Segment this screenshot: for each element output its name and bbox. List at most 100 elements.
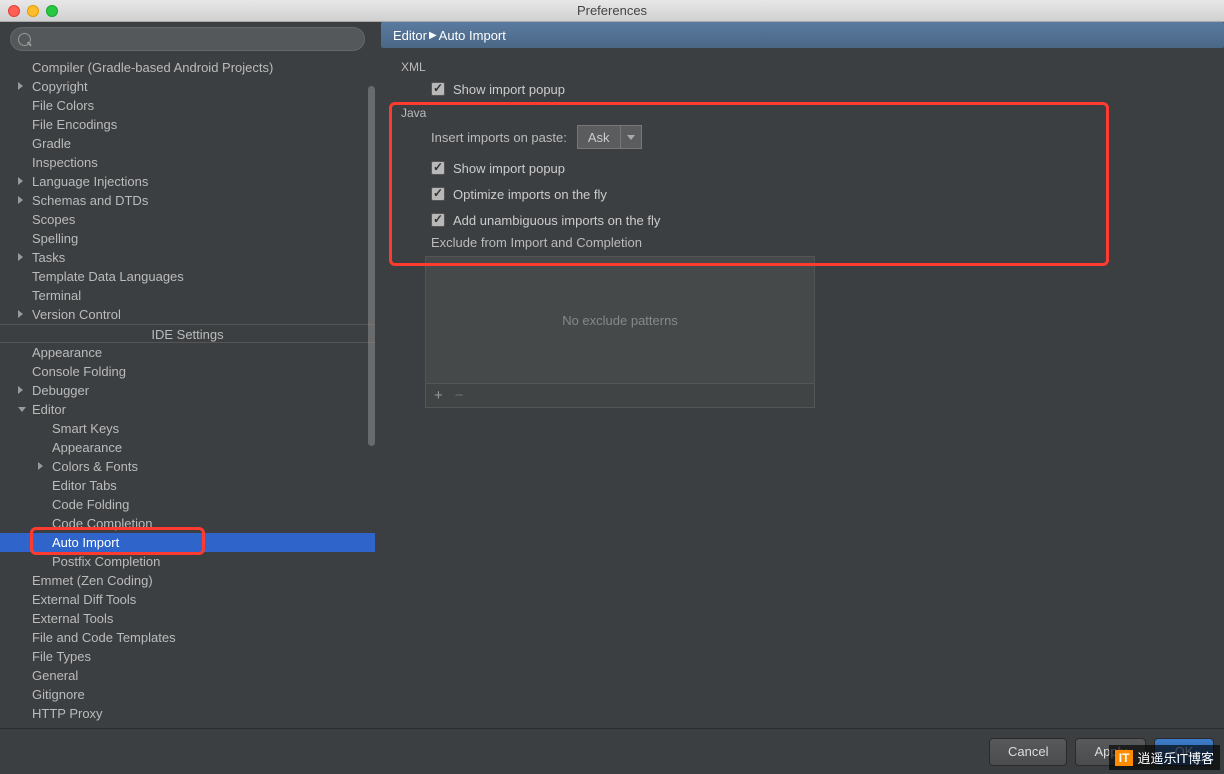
checkbox-checked-icon[interactable] [431,187,445,201]
insert-on-paste-row: Insert imports on paste: Ask [431,125,1210,149]
sidebar-item-label: File Colors [32,98,94,113]
ide-settings-heading: IDE Settings [0,324,375,343]
sidebar-item-label: External Diff Tools [32,592,136,607]
sidebar-item[interactable]: Gitignore [0,685,375,704]
sidebar-item[interactable]: Copyright [0,77,375,96]
sidebar-item-label: HTTP Proxy [32,706,103,721]
add-button[interactable]: + [434,387,443,404]
sidebar-item[interactable]: General [0,666,375,685]
sidebar-item[interactable]: Code Folding [0,495,375,514]
java-unambiguous-row[interactable]: Add unambiguous imports on the fly [431,209,1210,231]
sidebar-item-label: Emmet (Zen Coding) [32,573,153,588]
sidebar-item[interactable]: File Types [0,647,375,666]
settings-sidebar: Compiler (Gradle-based Android Projects)… [0,22,375,728]
xml-show-popup-row[interactable]: Show import popup [431,78,1210,100]
sidebar-item[interactable]: Scopes [0,210,375,229]
sidebar-item[interactable]: Compiler (Gradle-based Android Projects) [0,58,375,77]
sidebar-item[interactable]: File Encodings [0,115,375,134]
sidebar-item-label: Editor Tabs [52,478,117,493]
cancel-button[interactable]: Cancel [989,738,1067,766]
sidebar-item-label: Terminal [32,288,81,303]
minimize-window-button[interactable] [27,5,39,17]
sidebar-item-label: File Encodings [32,117,117,132]
sidebar-item[interactable]: Debugger [0,381,375,400]
java-optimize-row[interactable]: Optimize imports on the fly [431,183,1210,205]
chevron-down-icon [621,135,641,140]
sidebar-item[interactable]: Spelling [0,229,375,248]
sidebar-item[interactable]: Colors & Fonts [0,457,375,476]
sidebar-item-label: Appearance [32,345,102,360]
checkbox-checked-icon[interactable] [431,82,445,96]
sidebar-item[interactable]: Editor Tabs [0,476,375,495]
sidebar-item[interactable]: Editor [0,400,375,419]
sidebar-item[interactable]: Inspections [0,153,375,172]
sidebar-item-label: External Tools [32,611,113,626]
checkbox-checked-icon[interactable] [431,161,445,175]
chevron-right-icon [38,462,43,470]
settings-main: Editor ▶ Auto Import XML Show import pop… [381,22,1224,728]
sidebar-item-label: Template Data Languages [32,269,184,284]
java-unambiguous-label: Add unambiguous imports on the fly [453,213,660,228]
sidebar-item-label: Gitignore [32,687,85,702]
sidebar-item-label: Editor [32,402,66,417]
sidebar-item-label: Colors & Fonts [52,459,138,474]
sidebar-item[interactable]: Terminal [0,286,375,305]
sidebar-item-label: Tasks [32,250,65,265]
java-group-label: Java [401,106,1210,120]
chevron-right-icon: ▶ [429,30,437,41]
remove-button[interactable]: − [455,387,464,404]
sidebar-item-label: Smart Keys [52,421,119,436]
insert-on-paste-value: Ask [578,126,621,148]
chevron-right-icon [18,82,23,90]
settings-tree[interactable]: Compiler (Gradle-based Android Projects)… [0,56,375,728]
sidebar-item-label: Spelling [32,231,78,246]
search-input[interactable] [10,27,365,51]
zoom-window-button[interactable] [46,5,58,17]
sidebar-item-label: Copyright [32,79,88,94]
sidebar-item[interactable]: Version Control [0,305,375,324]
sidebar-item[interactable]: Gradle [0,134,375,153]
sidebar-item[interactable]: Console Folding [0,362,375,381]
sidebar-item[interactable]: External Tools [0,609,375,628]
sidebar-item[interactable]: Schemas and DTDs [0,191,375,210]
sidebar-item-label: Schemas and DTDs [32,193,148,208]
sidebar-item-label: Version Control [32,307,121,322]
close-window-button[interactable] [8,5,20,17]
exclude-toolbar: + − [425,384,815,408]
sidebar-item[interactable]: File Colors [0,96,375,115]
dialog-footer: Cancel Apply OK [0,728,1224,774]
exclude-list[interactable]: No exclude patterns [425,256,815,384]
breadcrumb-leaf: Auto Import [439,28,506,43]
sidebar-item[interactable]: HTTP Proxy [0,704,375,723]
search-wrap [0,22,375,56]
watermark: IT 逍遥乐IT博客 [1109,745,1220,770]
sidebar-item[interactable]: Emmet (Zen Coding) [0,571,375,590]
sidebar-item[interactable]: Tasks [0,248,375,267]
insert-on-paste-select[interactable]: Ask [577,125,642,149]
window-controls [8,5,58,17]
sidebar-item[interactable]: External Diff Tools [0,590,375,609]
sidebar-item[interactable]: Postfix Completion [0,552,375,571]
sidebar-item[interactable]: Auto Import [0,533,375,552]
sidebar-item[interactable]: Smart Keys [0,419,375,438]
sidebar-item[interactable]: Appearance [0,343,375,362]
exclude-placeholder: No exclude patterns [562,313,678,328]
breadcrumb-root: Editor [393,28,427,43]
java-show-popup-row[interactable]: Show import popup [431,157,1210,179]
sidebar-item[interactable]: File and Code Templates [0,628,375,647]
sidebar-item-label: Console Folding [32,364,126,379]
sidebar-item-label: Code Folding [52,497,129,512]
watermark-text: 逍遥乐IT博客 [1137,748,1214,767]
chevron-right-icon [18,386,23,394]
sidebar-item[interactable]: Language Injections [0,172,375,191]
chevron-right-icon [18,177,23,185]
window-title: Preferences [577,3,647,18]
sidebar-item[interactable]: Appearance [0,438,375,457]
sidebar-item[interactable]: Code Completion [0,514,375,533]
exclude-heading: Exclude from Import and Completion [431,235,1210,250]
sidebar-item-label: Debugger [32,383,89,398]
checkbox-checked-icon[interactable] [431,213,445,227]
sidebar-item-label: Postfix Completion [52,554,160,569]
sidebar-item[interactable]: Template Data Languages [0,267,375,286]
sidebar-item-label: File and Code Templates [32,630,176,645]
